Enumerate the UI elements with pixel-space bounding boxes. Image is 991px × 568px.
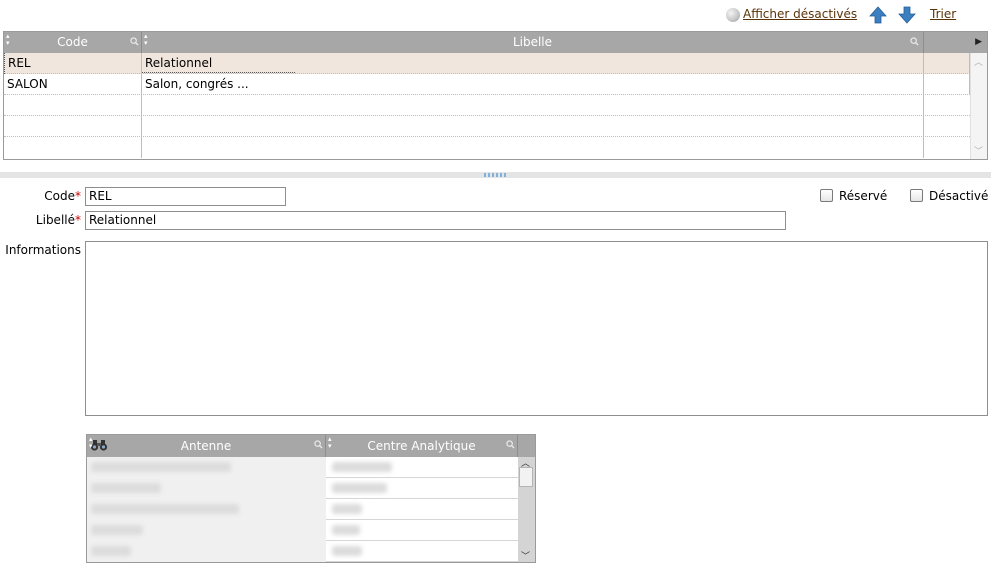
sort-indicator-icon: ▴ ▾ xyxy=(144,32,148,47)
cell-extra xyxy=(924,74,970,95)
libelle-label: Libellé* xyxy=(0,213,81,227)
scroll-down-arrow-icon[interactable]: ﹀ xyxy=(974,144,983,157)
cell-libelle: Relationnel xyxy=(142,53,924,74)
records-grid: ▴ ▾ Code ▴ ▾ Libelle ▶ REL Relationnel SAL… xyxy=(3,31,988,160)
required-mark: * xyxy=(75,213,81,227)
cell-libelle-text: Relationnel xyxy=(145,56,213,70)
cell-libelle xyxy=(142,95,924,116)
blurred-text xyxy=(332,525,360,535)
desactive-label: Désactivé xyxy=(929,189,989,203)
scroll-thumb[interactable] xyxy=(519,467,533,487)
informations-textarea[interactable] xyxy=(85,241,988,416)
table-row-empty xyxy=(4,116,970,137)
informations-label: Informations xyxy=(5,243,81,257)
cell-code xyxy=(4,95,142,116)
list-item[interactable] xyxy=(87,499,518,520)
cell-code xyxy=(4,116,142,137)
blurred-text xyxy=(91,483,161,493)
scroll-down-arrow-icon[interactable]: ﹀ xyxy=(521,549,530,562)
blurred-text xyxy=(91,462,231,472)
blurred-text xyxy=(91,504,239,514)
reserve-checkbox[interactable] xyxy=(820,189,833,202)
blurred-text xyxy=(332,546,362,556)
blurred-text xyxy=(332,504,362,514)
move-up-arrow-icon[interactable] xyxy=(869,6,887,24)
cell-libelle xyxy=(142,116,924,137)
splitter-grip-icon[interactable] xyxy=(484,173,506,177)
scroll-up-arrow-icon[interactable]: ︿ xyxy=(974,55,983,68)
table-row[interactable]: REL Relationnel xyxy=(4,53,970,74)
search-icon[interactable] xyxy=(506,440,515,449)
column-header-libelle[interactable]: ▴ ▾ Libelle xyxy=(142,32,924,53)
sort-link[interactable]: Trier xyxy=(930,7,956,21)
column-header-code-label: Code xyxy=(57,35,88,49)
table-row[interactable]: SALON Salon, congrés ... xyxy=(4,74,970,95)
panel-splitter[interactable] xyxy=(0,172,991,178)
list-item[interactable] xyxy=(87,520,518,541)
required-mark: * xyxy=(75,189,81,203)
list-item[interactable] xyxy=(87,457,518,478)
libelle-label-text: Libellé xyxy=(35,213,75,227)
blurred-text xyxy=(332,483,387,493)
cell-code: SALON xyxy=(4,74,142,95)
focus-outline xyxy=(142,72,295,73)
column-header-antenne[interactable]: ▴ ▾ Antenne xyxy=(87,435,326,457)
search-icon[interactable] xyxy=(130,37,139,46)
blurred-text xyxy=(91,546,131,556)
table-row-empty xyxy=(4,137,970,158)
table-row-empty xyxy=(4,95,970,116)
sort-indicator-icon: ▴ ▾ xyxy=(6,32,10,47)
column-header-antenne-label: Antenne xyxy=(180,439,232,453)
reserve-label: Réservé xyxy=(839,189,888,203)
sort-indicator-icon: ▴ ▾ xyxy=(328,435,332,450)
move-down-arrow-icon[interactable] xyxy=(898,6,916,24)
cell-extra xyxy=(924,53,970,74)
cell-libelle: Salon, congrés ... xyxy=(142,74,924,95)
column-header-code[interactable]: ▴ ▾ Code xyxy=(4,32,142,53)
cell-code: REL xyxy=(4,53,142,74)
blurred-text xyxy=(332,462,392,472)
desactive-checkbox[interactable] xyxy=(910,189,923,202)
search-icon[interactable] xyxy=(910,37,919,46)
libelle-input[interactable]: Relationnel xyxy=(85,211,786,230)
code-label: Code* xyxy=(0,189,81,203)
list-item[interactable] xyxy=(87,541,518,562)
column-picker-arrow-icon[interactable]: ▶ xyxy=(975,32,982,53)
antenne-grid-header: ▴ ▾ Antenne ▴ ▾ Centre Analytique xyxy=(87,435,535,457)
antenne-grid: ▴ ▾ Antenne ▴ ▾ Centre Analytique ︿ ﹀ xyxy=(86,434,536,563)
toolbar: Afficher désactivés Trier xyxy=(0,5,991,25)
search-icon[interactable] xyxy=(314,440,323,449)
globe-icon xyxy=(726,8,740,22)
grid-vertical-scrollbar[interactable]: ︿ ﹀ xyxy=(970,53,987,159)
list-item[interactable] xyxy=(87,478,518,499)
grid-header: ▴ ▾ Code ▴ ▾ Libelle ▶ xyxy=(4,32,987,53)
blurred-text xyxy=(91,525,143,535)
column-header-centre-label: Centre Analytique xyxy=(367,439,476,453)
show-disabled-link[interactable]: Afficher désactivés xyxy=(743,7,857,21)
code-label-text: Code xyxy=(44,189,75,203)
antenne-grid-scrollbar[interactable]: ︿ ﹀ xyxy=(518,457,535,562)
column-header-centre-analytique[interactable]: ▴ ▾ Centre Analytique xyxy=(326,435,518,457)
sort-indicator-icon: ▴ ▾ xyxy=(89,435,93,450)
column-header-libelle-label: Libelle xyxy=(512,35,553,49)
code-input[interactable]: REL xyxy=(85,187,286,206)
column-header-extra: ▶ xyxy=(924,32,987,53)
cell-code xyxy=(4,137,142,158)
cell-libelle xyxy=(142,137,924,158)
